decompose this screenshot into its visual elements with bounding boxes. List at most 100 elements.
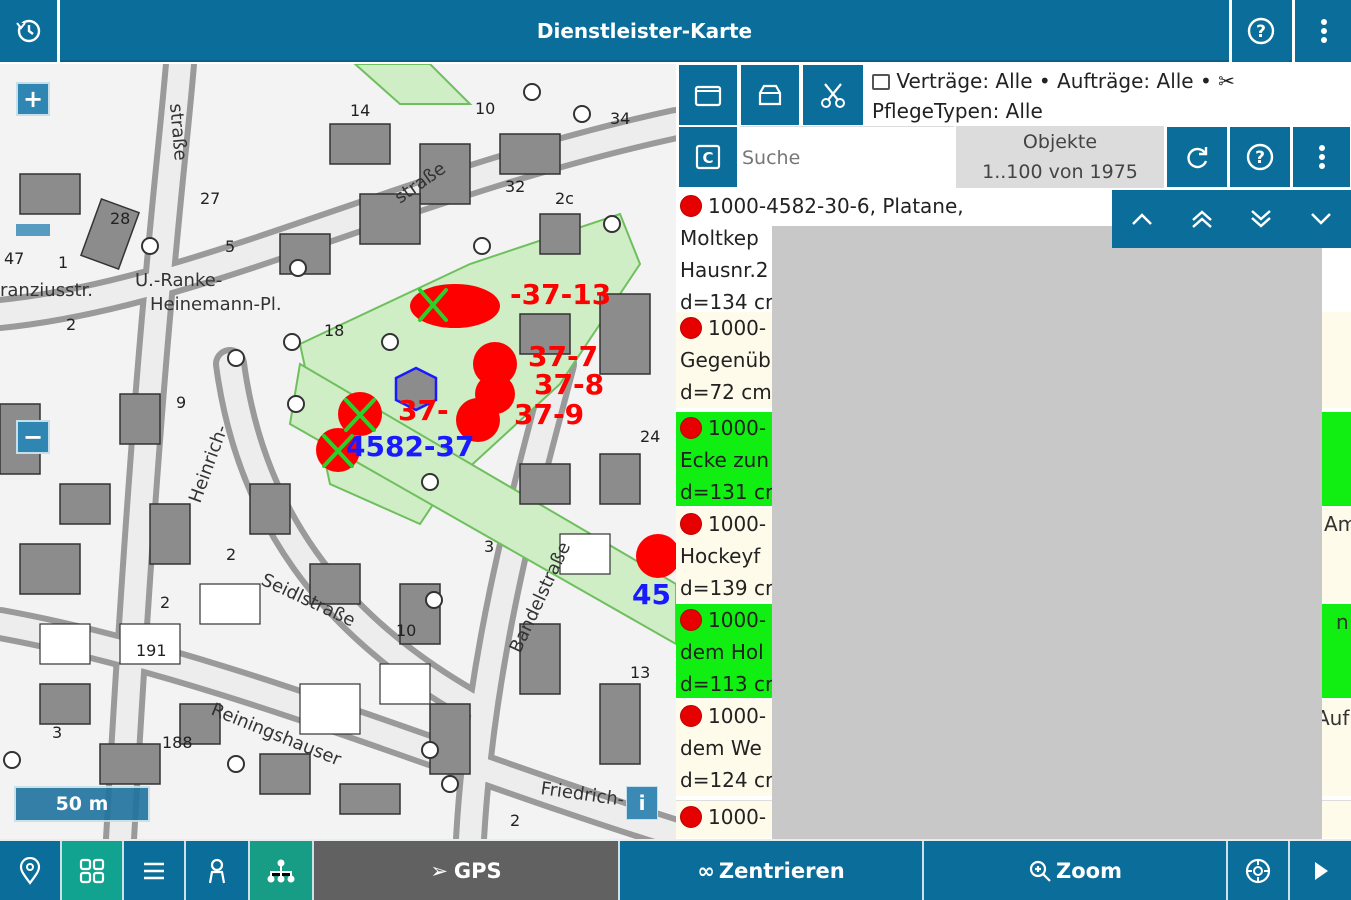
status-dot: [680, 317, 702, 339]
house-number: 24: [640, 427, 660, 446]
contracts-button[interactable]: [678, 64, 738, 126]
folder-icon: [694, 85, 722, 107]
marker-label: -37-13: [510, 278, 611, 311]
item-title: 1000-: [708, 512, 767, 536]
refresh-button[interactable]: [1166, 126, 1228, 188]
app-root: Dienstleister-Karte ? straße Heinrich- S…: [0, 0, 1351, 900]
house-number: 27: [200, 189, 220, 208]
search-input[interactable]: Suche: [740, 126, 954, 188]
double-chevron-down-icon: [1251, 210, 1272, 228]
compass-button[interactable]: [1228, 841, 1290, 900]
zoom-in-button[interactable]: +: [16, 82, 50, 116]
care-types-button[interactable]: [802, 64, 864, 126]
svg-text:?: ?: [1255, 148, 1265, 168]
list-icon: [144, 862, 164, 879]
house-number: 13: [630, 663, 650, 682]
filter-line-1: Verträge: Alle • Aufträge: Alle • ✂: [872, 66, 1345, 96]
zoom-out-button[interactable]: −: [16, 420, 50, 454]
item-title: 1000-: [708, 805, 767, 829]
marker-label: 37-: [398, 394, 449, 427]
house-number: 188: [162, 733, 193, 752]
house-number: 14: [350, 101, 370, 120]
marker-label: 37-8: [534, 368, 604, 401]
filter-summary[interactable]: Verträge: Alle • Aufträge: Alle • ✂ Pfle…: [866, 64, 1351, 126]
objects-count: Objekte 1..100 von 1975: [956, 126, 1164, 188]
next-item-button[interactable]: [1291, 190, 1351, 248]
house-number: 10: [475, 99, 495, 118]
center-label: Zentrieren: [718, 858, 845, 883]
page-title: Dienstleister-Karte: [536, 19, 753, 43]
gps-label: GPS: [453, 858, 502, 883]
street-label: U.-Ranke-: [135, 270, 222, 291]
center-button[interactable]: ∞ Zentrieren: [620, 841, 924, 900]
hierarchy-button[interactable]: [250, 841, 314, 900]
help-icon: ?: [1247, 17, 1274, 45]
item-title: 1000-: [708, 416, 767, 440]
house-number: 5: [225, 237, 235, 256]
forward-button[interactable]: [1290, 841, 1351, 900]
map-canvas[interactable]: straße Heinrich- Seidlstraße Bandelstraß…: [0, 64, 676, 839]
map-view[interactable]: straße Heinrich- Seidlstraße Bandelstraß…: [0, 64, 676, 839]
list-navigation: [1112, 190, 1351, 248]
more-vertical-icon: [1318, 145, 1325, 169]
gps-button[interactable]: ➢ GPS: [314, 841, 620, 900]
house-number: 2: [510, 811, 520, 830]
c-icon: C: [695, 144, 721, 170]
zoom-slider-handle[interactable]: [16, 224, 50, 236]
house-number: 28: [110, 209, 130, 228]
more-menu-button[interactable]: [1292, 0, 1351, 62]
marker-label: 37-9: [514, 398, 584, 431]
house-number: 2: [66, 315, 76, 334]
list-view-button[interactable]: [124, 841, 186, 900]
item-title: 1000-4582-30-6, Platane,: [708, 194, 964, 218]
person-button[interactable]: [186, 841, 250, 900]
status-dot: [680, 806, 702, 828]
bottom-toolbar: ➢ GPS ∞ Zentrieren Zoom: [0, 839, 1351, 900]
list-menu-button[interactable]: [1292, 126, 1351, 188]
item-title: 1000-: [708, 316, 767, 340]
grid-view-button[interactable]: [62, 841, 124, 900]
help-button[interactable]: ?: [1229, 0, 1289, 62]
play-icon: [1314, 861, 1328, 880]
status-dot: [680, 195, 702, 217]
help-icon: ?: [1246, 143, 1274, 171]
zoom-in-icon: [1029, 860, 1051, 882]
house-number: 3: [52, 723, 62, 742]
status-dot: [680, 513, 702, 535]
zoom-button[interactable]: Zoom: [924, 841, 1228, 900]
house-number: 9: [176, 393, 186, 412]
street-label: ranziusstr.: [0, 280, 93, 301]
prev-item-button[interactable]: [1112, 190, 1172, 248]
next-page-button[interactable]: [1232, 190, 1292, 248]
person-icon: [208, 858, 226, 883]
zoom-label: Zoom: [1056, 858, 1122, 883]
compass-icon: [1245, 858, 1271, 883]
double-chevron-up-icon: [1191, 210, 1212, 228]
grid-icon: [79, 858, 105, 883]
item-title: 1000-: [708, 704, 767, 728]
chevron-down-icon: [1311, 213, 1332, 225]
info-button[interactable]: i: [626, 786, 658, 820]
history-button[interactable]: [0, 0, 60, 62]
refresh-icon: [1187, 147, 1208, 169]
map-pin-icon: [19, 856, 41, 885]
category-button[interactable]: C: [678, 126, 738, 188]
scale-bar: 50 m: [14, 786, 150, 822]
house-number: 2c: [555, 189, 574, 208]
house-number: 191: [136, 641, 167, 660]
status-dot: [680, 609, 702, 631]
house-number: 34: [610, 109, 630, 128]
chevron-up-icon: [1131, 213, 1152, 225]
location-button[interactable]: [0, 841, 62, 900]
svg-text:?: ?: [1256, 22, 1266, 42]
item-title: 1000-: [708, 608, 767, 632]
prev-page-button[interactable]: [1172, 190, 1232, 248]
house-number: 47: [4, 249, 24, 268]
orders-button[interactable]: [740, 64, 800, 126]
marker-label: 45: [632, 578, 671, 611]
house-number: 18: [324, 321, 344, 340]
objects-range: 1..100 von 1975: [982, 161, 1138, 183]
list-help-button[interactable]: ?: [1229, 126, 1291, 188]
marker-label: 4582-37: [346, 430, 475, 463]
popup-overlay: [772, 226, 1322, 846]
